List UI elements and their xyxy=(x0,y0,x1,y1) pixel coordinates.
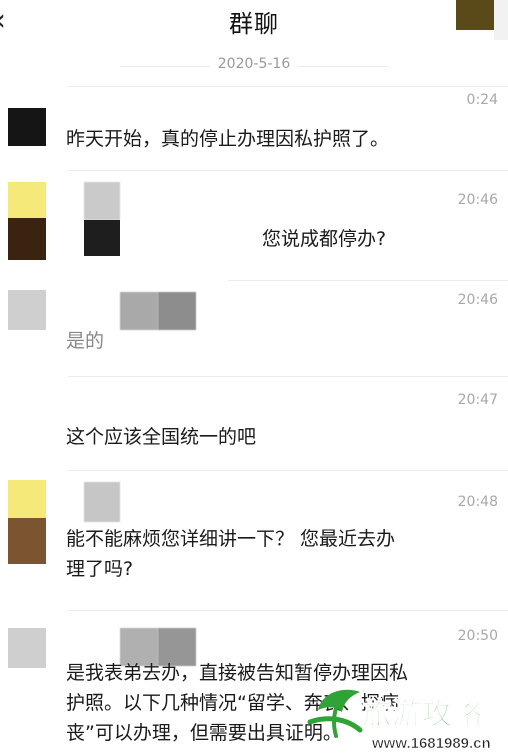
message-row: 20:47 这个应该全国统一的吧 xyxy=(0,376,508,470)
message-separator xyxy=(228,280,508,281)
message-time: 20:46 xyxy=(457,292,498,308)
message-time: 20:47 xyxy=(457,392,498,408)
message-text: 是的 xyxy=(66,330,105,352)
message-separator xyxy=(68,376,508,377)
message-text: 这个应该全国统一的吧 xyxy=(66,426,257,448)
message-text: 昨天开始，真的停止办理因私护照了。 xyxy=(66,128,390,150)
message-separator xyxy=(68,86,508,87)
message-time: 20:48 xyxy=(457,494,498,510)
message-row: 20:48 能不能麻烦您详细讲一下？ 您最近去办 理了吗? xyxy=(0,470,508,610)
message-separator xyxy=(68,470,508,471)
watermark-logo-icon xyxy=(307,689,363,738)
message-text: 能不能麻烦您详细讲一下？ 您最近去办 理了吗? xyxy=(66,528,396,580)
message-separator xyxy=(68,170,508,171)
avatar[interactable] xyxy=(8,182,46,262)
message-time: 20:50 xyxy=(457,628,498,644)
message-text: 您说成都停办? xyxy=(262,228,387,250)
header-avatar[interactable] xyxy=(456,0,494,30)
avatar[interactable] xyxy=(8,290,46,330)
watermark-url: www.1681989.cn xyxy=(371,735,491,752)
sender-name-redacted xyxy=(120,292,158,330)
chat-title: 群聊 xyxy=(229,10,279,38)
message-separator xyxy=(68,610,508,611)
message-time: 0:24 xyxy=(466,92,498,108)
message-row: 20:46 是的 xyxy=(0,280,508,376)
avatar-block-bottom xyxy=(8,218,46,260)
message-row: 20:46 您说成都停办? xyxy=(0,170,508,280)
avatar[interactable] xyxy=(8,628,46,668)
avatar-block-top xyxy=(8,182,46,218)
message-row: 0:24 昨天开始，真的停止办理因私护照了。 xyxy=(0,86,508,170)
message-time: 20:46 xyxy=(457,192,498,208)
sender-name-redacted xyxy=(84,182,120,220)
sender-name-redacted xyxy=(158,292,196,330)
avatar[interactable] xyxy=(8,480,46,566)
avatar-block-bottom xyxy=(8,518,46,564)
watermark-logo-text: 旅游攻略 xyxy=(362,697,483,732)
sender-name-redacted xyxy=(84,482,120,522)
avatar-block-top xyxy=(8,480,46,518)
avatar[interactable] xyxy=(8,108,46,146)
chat-header: ‹ 群聊 xyxy=(0,0,508,40)
sender-name-redacted xyxy=(84,220,120,256)
date-divider: 2020-5-16 xyxy=(217,56,291,72)
watermark: 旅游攻略 www.1681989.cn xyxy=(307,689,491,752)
header-avatar-edge xyxy=(494,0,508,40)
